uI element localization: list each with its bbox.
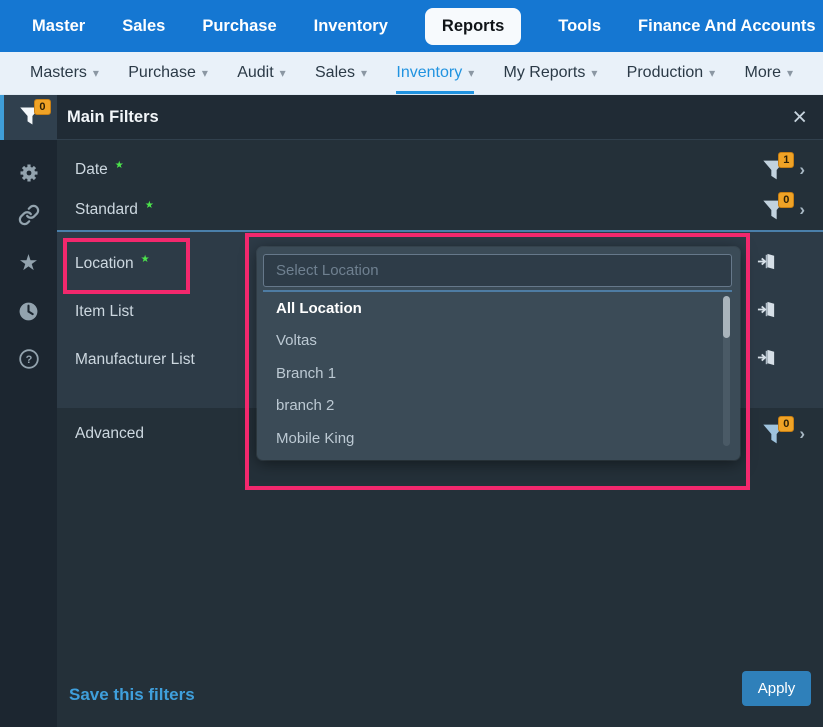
topnav-reports-active[interactable]: Reports [425,8,521,45]
advanced-funnel-icon[interactable]: 0 [762,423,786,445]
standard-funnel-icon[interactable]: 0 [762,199,786,221]
filter-label-item-list: Item List [75,303,134,321]
location-exit-door-icon[interactable] [756,251,777,277]
filter-label-standard: Standard [75,201,138,219]
topnav-finance-and-accounts[interactable]: Finance And Accounts [638,17,816,36]
filter-label-location: Location [75,255,134,273]
subnav-inventory-active[interactable]: Inventory▾ [396,52,474,94]
filters-sidebar-tab-active[interactable]: 0 [0,95,57,140]
subnav-production[interactable]: Production▾ [627,52,716,94]
filter-row-standard[interactable]: Standard ★ 0 › [57,190,823,230]
topnav-sales[interactable]: Sales [122,17,165,36]
filter-funnel-icon: 0 [19,106,43,128]
option-branch-1[interactable]: Branch 1 [263,357,732,390]
filter-row-date[interactable]: Date ★ 1 › [57,150,823,190]
topnav-inventory[interactable]: Inventory [314,17,388,36]
app-window: Master Sales Purchase Inventory Reports … [0,0,823,727]
settings-gear-icon[interactable] [0,156,57,190]
subnav-my-reports[interactable]: My Reports▾ [504,52,598,94]
required-marker: ★ [115,160,124,171]
chevron-down-icon: ▾ [787,66,793,80]
filter-label-date: Date [75,161,108,179]
required-marker: ★ [141,254,150,265]
manufacturer-list-exit-door-icon[interactable] [756,347,777,373]
filter-count-badge: 0 [34,99,50,115]
subnav-purchase[interactable]: Purchase▾ [128,52,208,94]
chevron-down-icon: ▾ [468,66,474,80]
history-clock-icon[interactable] [0,294,57,328]
location-dropdown: All Location Voltas Branch 1 branch 2 Mo… [257,247,740,460]
chevron-down-icon: ▾ [280,66,286,80]
top-navbar: Master Sales Purchase Inventory Reports … [0,0,823,52]
location-options-list: All Location Voltas Branch 1 branch 2 Mo… [263,290,732,454]
required-marker: ★ [145,200,154,211]
link-icon[interactable] [0,198,57,232]
chevron-down-icon: ▾ [709,66,715,80]
chevron-right-icon[interactable]: › [799,200,805,220]
filter-label-advanced: Advanced [75,425,144,443]
option-mobile-king[interactable]: Mobile King [263,422,732,454]
close-icon[interactable]: × [792,105,807,129]
chevron-right-icon[interactable]: › [799,160,805,180]
chevron-down-icon: ▾ [93,66,99,80]
subnav-masters[interactable]: Masters▾ [30,52,99,94]
help-icon[interactable]: ? [0,342,57,376]
topnav-purchase[interactable]: Purchase [202,17,276,36]
chevron-down-icon: ▾ [591,66,597,80]
date-funnel-icon[interactable]: 1 [762,159,786,181]
dropdown-scrollbar[interactable] [723,296,730,446]
chevron-down-icon: ▾ [361,66,367,80]
svg-text:?: ? [25,354,32,366]
main-filters-header: 0 Main Filters × [0,95,823,140]
panel-title: Main Filters [67,108,159,127]
topnav-master[interactable]: Master [32,17,85,36]
option-voltas[interactable]: Voltas [263,325,732,358]
option-branch-2[interactable]: branch 2 [263,390,732,423]
filter-label-manufacturer-list: Manufacturer List [75,351,195,369]
item-list-exit-door-icon[interactable] [756,299,777,325]
favorites-star-icon[interactable]: ★ [0,246,57,280]
subnav-sales[interactable]: Sales▾ [315,52,367,94]
save-this-filters-link[interactable]: Save this filters [69,685,195,705]
select-location-input[interactable] [263,254,732,287]
subnav-more[interactable]: More▾ [745,52,793,94]
chevron-right-icon[interactable]: › [799,424,805,444]
subnav-audit[interactable]: Audit▾ [237,52,286,94]
date-filter-count-badge: 1 [778,152,794,168]
scrollbar-thumb[interactable] [723,296,730,338]
apply-button[interactable]: Apply [742,671,811,706]
standard-filter-count-badge: 0 [778,192,794,208]
option-all-location[interactable]: All Location [263,292,732,325]
icon-sidebar: ★ ? [0,140,57,727]
advanced-filter-count-badge: 0 [778,416,794,432]
chevron-down-icon: ▾ [202,66,208,80]
topnav-tools[interactable]: Tools [558,17,601,36]
reports-sub-navbar: Masters▾ Purchase▾ Audit▾ Sales▾ Invento… [0,52,823,95]
